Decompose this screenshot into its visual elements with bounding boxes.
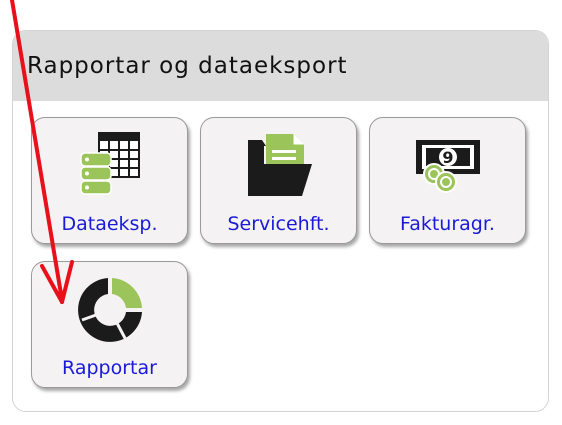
svg-text:9: 9 [442, 148, 453, 167]
reports-button[interactable]: Rapportar [31, 261, 188, 388]
reports-label: Rapportar [62, 357, 157, 379]
service-booklet-button[interactable]: Servicehft. [200, 117, 357, 244]
service-booklet-label: Servicehft. [227, 213, 330, 235]
invoice-basis-label: Fakturagr. [400, 213, 495, 235]
data-export-icon [32, 126, 187, 206]
folder-document-icon [201, 126, 356, 206]
data-export-label: Dataeksp. [61, 213, 158, 235]
panel-title: Rapportar og dataeksport [27, 53, 348, 79]
invoice-basis-button[interactable]: 9 Fakturagr. [369, 117, 526, 244]
data-export-button[interactable]: Dataeksp. [31, 117, 188, 244]
money-coins-icon: 9 [370, 126, 525, 206]
donut-chart-icon [32, 270, 187, 350]
panel-header: Rapportar og dataeksport [13, 31, 548, 101]
